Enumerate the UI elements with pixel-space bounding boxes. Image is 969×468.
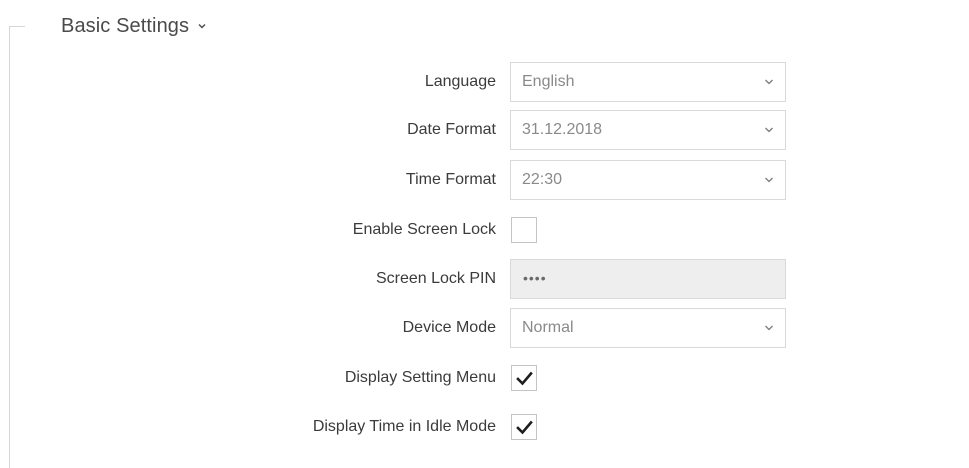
date-format-label: Date Format bbox=[407, 121, 496, 138]
screen-lock-pin-input[interactable]: •••• bbox=[510, 259, 786, 299]
time-format-select[interactable]: 22:30 bbox=[510, 160, 786, 200]
device-mode-value: Normal bbox=[522, 319, 574, 336]
display-time-idle-label: Display Time in Idle Mode bbox=[312, 418, 496, 435]
checkmark-icon bbox=[516, 420, 533, 435]
date-format-value: 31.12.2018 bbox=[522, 121, 603, 138]
enable-screen-lock-row: Enable Screen Lock bbox=[0, 210, 969, 250]
language-value: English bbox=[522, 73, 575, 90]
time-format-label: Time Format bbox=[405, 171, 496, 188]
time-format-value: 22:30 bbox=[522, 171, 563, 188]
chevron-down-icon bbox=[765, 127, 773, 133]
chevron-down-icon bbox=[765, 177, 773, 183]
section-title: Basic Settings bbox=[61, 14, 190, 37]
screen-lock-pin-value: •••• bbox=[523, 270, 547, 286]
checkmark-icon bbox=[516, 371, 533, 386]
enable-screen-lock-label: Enable Screen Lock bbox=[352, 221, 496, 238]
device-mode-select[interactable]: Normal bbox=[510, 308, 786, 348]
display-setting-menu-checkbox[interactable] bbox=[511, 365, 537, 391]
display-setting-menu-label: Display Setting Menu bbox=[344, 369, 496, 386]
chevron-down-icon bbox=[765, 79, 773, 85]
settings-panel: Basic Settings Language English Date For… bbox=[0, 0, 969, 468]
screen-lock-pin-label: Screen Lock PIN bbox=[375, 270, 496, 287]
language-row: Language English bbox=[0, 62, 969, 102]
display-setting-menu-row: Display Setting Menu bbox=[0, 358, 969, 398]
device-mode-label: Device Mode bbox=[402, 319, 496, 336]
date-format-select[interactable]: 31.12.2018 bbox=[510, 110, 786, 150]
language-select[interactable]: English bbox=[510, 62, 786, 102]
section-header[interactable]: Basic Settings bbox=[61, 11, 207, 41]
date-format-row: Date Format 31.12.2018 bbox=[0, 110, 969, 150]
display-time-idle-checkbox[interactable] bbox=[511, 414, 537, 440]
display-time-idle-row: Display Time in Idle Mode bbox=[0, 407, 969, 447]
device-mode-row: Device Mode Normal bbox=[0, 308, 969, 348]
screen-lock-pin-row: Screen Lock PIN •••• bbox=[0, 259, 969, 299]
chevron-down-icon bbox=[198, 24, 206, 29]
time-format-row: Time Format 22:30 bbox=[0, 160, 969, 200]
chevron-down-icon bbox=[765, 325, 773, 331]
enable-screen-lock-checkbox[interactable] bbox=[511, 217, 537, 243]
section-bracket-top bbox=[9, 26, 25, 27]
language-label: Language bbox=[424, 73, 496, 90]
